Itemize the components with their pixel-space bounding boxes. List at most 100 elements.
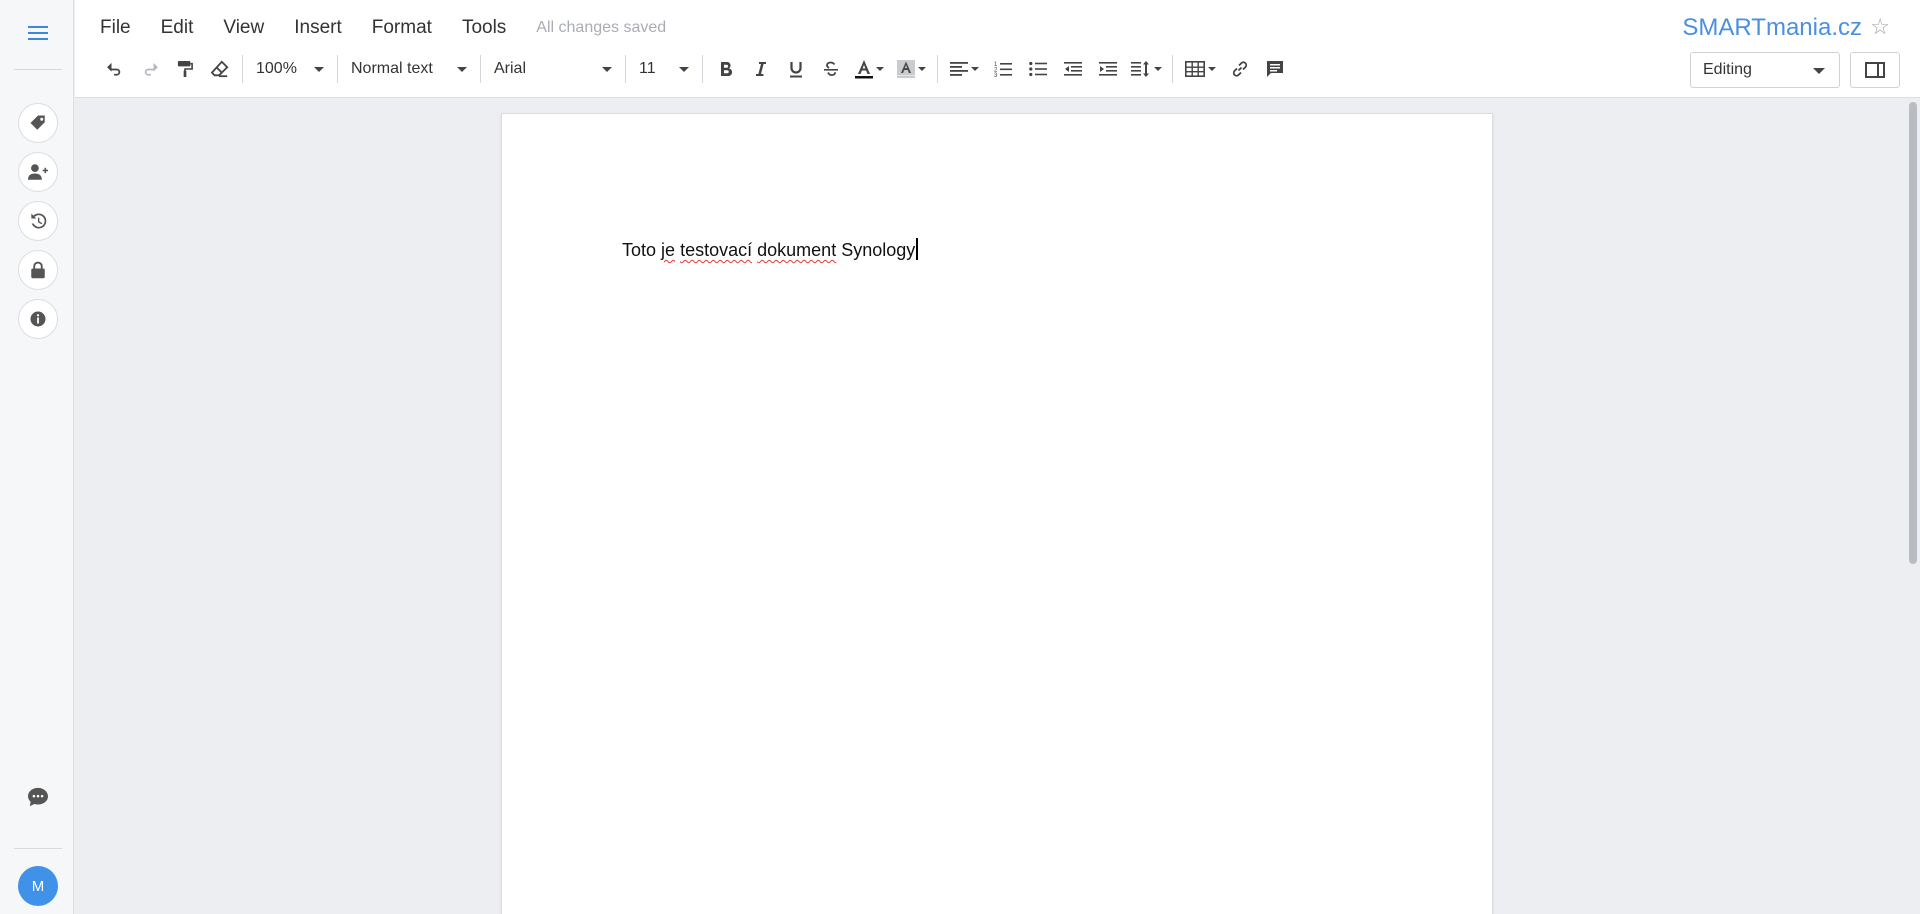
paragraph-style-select[interactable]: Normal text [343,53,475,85]
toggle-side-panel-button[interactable] [1850,52,1900,88]
numbered-list-icon: 123 [994,62,1012,78]
brand-title: SMARTmania.cz [1682,14,1862,41]
side-panel-icon [1865,62,1885,78]
clear-formatting-button[interactable] [202,53,237,85]
word: Toto [622,240,657,260]
chat-button[interactable] [24,785,52,809]
labels-button[interactable] [18,103,58,143]
underline-button[interactable] [778,53,813,85]
version-history-button[interactable] [18,201,58,241]
permissions-button[interactable] [18,250,58,290]
header: File Edit View Insert Format Tools All c… [75,0,1920,98]
toolbar-divider [625,55,626,83]
eraser-icon [210,60,228,78]
misspelled-word[interactable]: testovací [680,240,752,260]
scrollbar-thumb[interactable] [1909,102,1917,564]
undo-button[interactable] [97,53,132,85]
info-button[interactable] [18,299,58,339]
toolbar-divider [242,55,243,83]
misspelled-word[interactable]: je [661,240,675,260]
font-family-select[interactable]: Arial [486,53,620,85]
toolbar-divider [480,55,481,83]
scrollbar[interactable] [1906,98,1920,914]
bulleted-list-icon [1028,61,1047,77]
save-status: All changes saved [536,19,667,36]
text-color-icon [854,60,873,79]
editing-mode-select[interactable]: Editing [1690,52,1840,88]
numbered-list-button[interactable]: 123 [985,53,1020,85]
star-icon[interactable]: ☆ [1870,14,1890,40]
chevron-down-icon [875,67,884,71]
comment-icon [1266,61,1283,77]
misspelled-word[interactable]: dokument [757,240,836,260]
chevron-down-icon [602,67,612,72]
hamburger-menu-button[interactable] [22,21,54,45]
menu-insert[interactable]: Insert [294,17,342,39]
line-spacing-button[interactable] [1125,53,1167,85]
line-spacing-icon [1130,61,1149,77]
add-person-icon [28,164,48,180]
toolbar-divider [702,55,703,83]
menu-file[interactable]: File [100,17,131,39]
undo-icon [106,62,120,76]
left-rail: M [0,0,74,914]
add-comment-button[interactable] [1257,53,1292,85]
toolbar-divider [937,55,938,83]
text-color-button[interactable] [848,53,890,85]
italic-icon [755,62,766,76]
bold-icon [720,61,732,77]
bulleted-list-button[interactable] [1020,53,1055,85]
chevron-down-icon [314,67,324,72]
font-size-select[interactable]: 11 [631,53,697,85]
tag-icon [30,115,45,130]
bold-button[interactable] [708,53,743,85]
font-size-value: 11 [639,60,656,77]
table-icon [1184,61,1205,77]
align-button[interactable] [943,53,985,85]
chevron-down-icon [1813,68,1825,74]
text-cursor [916,238,918,260]
highlight-icon [896,60,915,78]
menu-tools[interactable]: Tools [462,17,506,39]
menu-edit[interactable]: Edit [161,17,194,39]
align-left-icon [949,62,968,76]
increase-indent-button[interactable] [1090,53,1125,85]
chevron-down-icon [917,67,926,71]
italic-button[interactable] [743,53,778,85]
redo-icon [144,62,158,76]
rail-divider [14,848,62,849]
document-body[interactable]: Toto je testovací dokument Synology [622,238,918,261]
lock-icon [31,261,45,279]
chevron-down-icon [457,67,467,72]
info-icon [30,311,46,327]
chat-icon [28,787,48,807]
rail-divider [14,69,62,70]
menu-bar: File Edit View Insert Format Tools All c… [100,17,666,39]
font-family-value: Arial [494,60,527,77]
menu-view[interactable]: View [223,17,264,39]
paragraph-style-value: Normal text [351,60,433,77]
redo-button[interactable] [132,53,167,85]
user-avatar[interactable]: M [18,866,58,906]
highlight-color-button[interactable] [890,53,932,85]
decrease-indent-button[interactable] [1055,53,1090,85]
paint-roller-icon [177,61,193,77]
toolbar-divider [337,55,338,83]
insert-link-button[interactable] [1222,53,1257,85]
toolbar: 100% Normal text Arial 11 1 2 3 [97,50,1292,88]
indent-icon [1098,62,1117,76]
chevron-down-icon [679,67,689,72]
menu-icon [28,26,48,40]
document-page[interactable]: Toto je testovací dokument Synology [501,113,1493,914]
strikethrough-button[interactable] [813,53,848,85]
outdent-icon [1063,62,1082,76]
history-icon [31,213,47,229]
zoom-value: 100% [256,60,297,77]
insert-table-button[interactable] [1178,53,1222,85]
paint-format-button[interactable] [167,53,202,85]
share-button[interactable] [18,152,58,192]
menu-format[interactable]: Format [372,17,432,39]
chevron-down-icon [1207,67,1216,71]
chevron-down-icon [970,67,979,71]
zoom-select[interactable]: 100% [248,53,332,85]
